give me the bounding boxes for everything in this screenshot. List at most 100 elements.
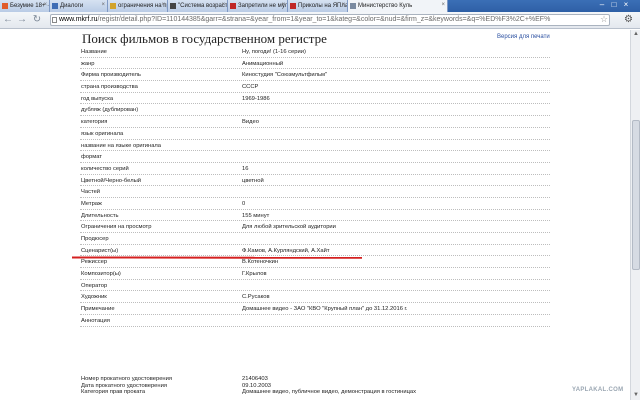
table-row: Метраж 0: [80, 198, 550, 210]
table-row: Фирма производитель Киностудия "Союзмульт…: [80, 69, 550, 82]
table-row: Сценарист(ы) Ф.Камов, А.Курляндский, А.Ха…: [80, 245, 550, 257]
scroll-thumb[interactable]: [632, 120, 640, 270]
table-row: Аннотация: [80, 315, 550, 327]
browser-tab[interactable]: Приколы на ЯПлак ×: [288, 0, 348, 12]
browser-tab[interactable]: "Система возрастн ×: [168, 0, 228, 12]
table-row: Художник С.Русаков: [80, 291, 550, 304]
close-icon[interactable]: ×: [43, 2, 47, 8]
row-value: Видео: [242, 119, 259, 126]
browser-tab[interactable]: Безумие 18+ · ×: [0, 0, 50, 12]
scroll-down-icon[interactable]: ▼: [631, 391, 640, 400]
table-row: год выпуска 1969-1986: [80, 93, 550, 105]
tab-label: Министерство Куль: [358, 3, 413, 9]
close-icon[interactable]: ×: [341, 2, 345, 8]
url-path: /registr/detail.php?ID=110144385&garr=&s…: [97, 16, 551, 23]
row-label: Аннотация: [81, 317, 110, 324]
row-value: Домашнее видео, публичное видео, демонст…: [242, 389, 417, 395]
row-label: количество серий: [81, 165, 129, 172]
table-row: Оператор: [80, 280, 550, 292]
close-icon[interactable]: ×: [441, 2, 445, 8]
row-value: СССР: [242, 84, 259, 91]
tab-bar: Безумие 18+ · × Диалоги × ограничения на пр ×…: [0, 0, 640, 12]
table-row: Ограничения на просмотр Для любой зритель…: [80, 221, 550, 233]
row-value: С.Русаков: [242, 294, 270, 301]
forward-arrow-icon[interactable]: →: [16, 14, 28, 26]
scroll-up-icon[interactable]: ▲: [631, 30, 640, 39]
reload-icon[interactable]: ↻: [31, 14, 43, 26]
table-row: Цветной/Черно-белый цветной: [80, 175, 550, 187]
row-label: Продюсер: [81, 236, 109, 242]
site-icon: [52, 3, 58, 9]
row-value: Ф.Камов, А.Курляндский, А.Хайт: [242, 247, 330, 254]
vertical-scrollbar[interactable]: ▲ ▼: [630, 30, 640, 400]
row-value: Домашнее видео - ЗАО "КВО "Крупный план"…: [242, 306, 408, 313]
row-label: страна производства: [81, 84, 138, 91]
row-label: Сценарист(ы): [81, 247, 119, 254]
browser-tab[interactable]: Министерство Куль ×: [348, 0, 448, 12]
table-row: Продюсер: [80, 233, 550, 245]
table-row: Длительность 155 минут: [80, 210, 550, 222]
row-value: Г.Крылов: [242, 271, 267, 278]
doc-icon: [110, 3, 116, 9]
print-version-link[interactable]: Версия для печати: [497, 34, 550, 40]
row-label: год выпуска: [81, 95, 114, 102]
table-row: категория Видео: [80, 116, 550, 128]
red-highlight-line: [72, 256, 362, 259]
row-label: категория: [81, 119, 108, 126]
browser-toolbar: ← → ↻ www.mkrf.ru/registr/detail.php?ID=…: [0, 12, 640, 29]
table-row: язык оригинала: [80, 128, 550, 140]
row-label: Цветной/Черно-белый: [81, 177, 142, 184]
back-arrow-icon[interactable]: ←: [2, 14, 14, 26]
row-label: Метраж: [81, 200, 102, 207]
row-value: Анимационный: [242, 60, 284, 67]
wrench-icon[interactable]: ⚙: [624, 14, 633, 25]
minimize-icon[interactable]: –: [596, 0, 608, 10]
browser-tab[interactable]: Запретили не муль ×: [228, 0, 288, 12]
close-icon[interactable]: ×: [101, 2, 105, 8]
row-label: Дата прокатного удостоверения: [81, 382, 167, 389]
row-label: Частей: [81, 189, 101, 196]
url-host: www.mkrf.ru: [59, 16, 98, 23]
table-row: название на языке оригинала: [80, 140, 550, 152]
maximize-icon[interactable]: □: [608, 0, 620, 10]
row-value: Для любой зрительской аудитории: [242, 224, 336, 231]
row-value: В.Котеночкин: [242, 259, 279, 266]
doc-icon: [350, 3, 356, 9]
tab-label: Диалоги: [60, 3, 84, 9]
row-label: Длительность: [81, 212, 119, 219]
table-row: формат: [80, 151, 550, 163]
row-label: Композитор(ы): [81, 271, 121, 278]
row-value: 1969-1986: [242, 95, 270, 102]
site-icon: [290, 3, 296, 9]
watermark: YAPLAKAL.COM: [572, 387, 624, 393]
table-row: количество серий 16: [80, 163, 550, 175]
table-row: Категория прав проката Домашнее видео, пу…: [80, 389, 550, 396]
close-icon[interactable]: ×: [281, 2, 285, 8]
page-content: Поиск фильмов в государственном регистре…: [0, 30, 640, 400]
row-value: 09.10.2003: [242, 382, 272, 389]
wikipedia-icon: [170, 3, 176, 9]
row-value: цветной: [242, 177, 264, 184]
row-value: 155 минут: [242, 212, 270, 219]
close-window-icon[interactable]: ×: [620, 0, 632, 10]
browser-tab[interactable]: Диалоги ×: [50, 0, 108, 12]
film-details-table: Название Ну, погоди! (1-16 серии) жанр Аним…: [80, 46, 550, 327]
site-icon: [2, 3, 8, 9]
certificate-table: Номер прокатного удостоверения 21406403 Да…: [80, 376, 550, 396]
close-icon[interactable]: ×: [161, 2, 165, 8]
row-value: 0: [242, 200, 246, 207]
row-value: Киностудия "Союзмультфильм": [242, 72, 328, 79]
row-label: формат: [81, 154, 102, 161]
row-label: Номер прокатного удостоверения: [81, 376, 172, 382]
browser-tab[interactable]: ограничения на пр ×: [108, 0, 168, 12]
address-bar[interactable]: www.mkrf.ru/registr/detail.php?ID=110144…: [50, 14, 610, 26]
row-label: Фирма производитель: [81, 72, 141, 79]
row-label: жанр: [81, 60, 95, 67]
table-row: Название Ну, погоди! (1-16 серии): [80, 46, 550, 58]
close-icon[interactable]: ×: [221, 2, 225, 8]
table-row: Композитор(ы) Г.Крылов: [80, 268, 550, 280]
table-row: жанр Анимационный: [80, 58, 550, 70]
row-label: язык оригинала: [81, 130, 124, 137]
star-icon[interactable]: ☆: [600, 14, 608, 25]
row-label: Художник: [81, 294, 107, 301]
